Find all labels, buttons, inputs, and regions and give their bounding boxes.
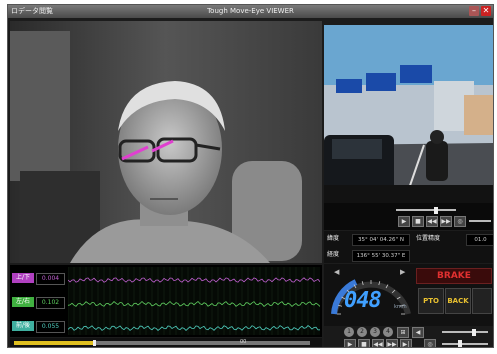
seek-handle[interactable] (92, 340, 96, 346)
longitude-value: 136° 55' 30.37" E (352, 250, 410, 262)
front-play-button[interactable]: ▶ (398, 216, 410, 227)
play-button[interactable]: ▶ (344, 339, 356, 347)
rewind-button[interactable]: ◀◀ (372, 339, 384, 347)
blank-indicator (472, 288, 492, 314)
g-sensor-panel: 上/下 0.004 左/右 0.102 前/後 0.055 (10, 265, 322, 337)
accuracy-value: 01.0 (466, 234, 493, 246)
pto-button[interactable]: PTO (418, 288, 444, 314)
step-forward-button[interactable]: ▶| (400, 339, 412, 347)
front-stop-button[interactable]: ■ (412, 216, 424, 227)
g-sensor-graph (68, 267, 320, 335)
latitude-label: 緯度 (327, 235, 340, 242)
gauge-left-arrow-icon: ◀ (334, 268, 340, 276)
sensor-axis-value: 0.102 (36, 297, 65, 309)
road-image (324, 25, 493, 203)
sensor-axis-label: 前/後 (12, 321, 34, 331)
front-camera-controls: ▶ ■ ◀◀ ▶▶ ◎ (324, 203, 493, 230)
channel-controls: 1 2 3 4 ⊞ ◀ (324, 326, 493, 338)
playback-controls: ▶ ■ ◀◀ ▶▶ ▶| ◎ (324, 338, 493, 347)
window-title: Tough Move-Eye VIEWER (207, 7, 294, 15)
channel-3-button[interactable]: 3 (370, 327, 380, 337)
gps-info-panel: 緯度 35° 04' 04.26" N 位置精度 01.0 経度 136° 55… (324, 231, 493, 263)
longitude-label: 経度 (327, 251, 340, 258)
speed-slider[interactable] (442, 343, 488, 345)
fast-forward-button[interactable]: ▶▶ (386, 339, 398, 347)
latitude-value: 35° 04' 04.26" N (352, 234, 410, 246)
back-button[interactable]: BACK (445, 288, 471, 314)
brightness-knob[interactable] (434, 207, 438, 214)
speaker-icon[interactable]: ◀ (412, 327, 424, 338)
sensor-axis-label: 上/下 (12, 273, 34, 283)
front-forward-button[interactable]: ▶▶ (440, 216, 452, 227)
driver-camera-view (10, 21, 322, 263)
volume-knob[interactable] (472, 329, 476, 336)
volume-slider[interactable] (442, 331, 488, 333)
front-camera-button[interactable]: ◎ (454, 216, 466, 227)
stop-button[interactable]: ■ (358, 339, 370, 347)
channel-4-button[interactable]: 4 (383, 327, 393, 337)
speed-knob[interactable] (458, 340, 462, 347)
channel-1-button[interactable]: 1 (344, 327, 354, 337)
driver-image (10, 21, 322, 263)
title-bar: ロデータ閲覧 Tough Move-Eye VIEWER – ✕ (8, 5, 493, 18)
speed-value: 048 (344, 288, 382, 313)
speedometer-panel: ◀ ▶ 048 km/h BRAKE PTO BACK (324, 264, 493, 326)
channel-2-button[interactable]: 2 (357, 327, 367, 337)
brightness-slider[interactable] (396, 209, 456, 211)
front-rewind-button[interactable]: ◀◀ (426, 216, 438, 227)
front-camera-view (324, 25, 493, 203)
brake-indicator: BRAKE (416, 268, 492, 284)
minimize-icon[interactable]: – (469, 6, 479, 16)
viewer-window: ロデータ閲覧 Tough Move-Eye VIEWER – ✕ ▶ ■ ◀◀ … (7, 4, 494, 348)
seek-progress (14, 341, 94, 345)
accuracy-label: 位置精度 (416, 235, 441, 242)
seek-label: 00 (240, 339, 247, 345)
sensor-axis-value: 0.055 (36, 321, 65, 333)
grid-view-icon[interactable]: ⊞ (397, 327, 409, 338)
sensor-axis-value: 0.004 (36, 273, 65, 285)
close-icon[interactable]: ✕ (481, 6, 491, 16)
gauge-right-arrow-icon: ▶ (400, 268, 406, 276)
sensor-axis-label: 左/右 (12, 297, 34, 307)
camera-icon[interactable]: ◎ (424, 339, 436, 347)
seek-bar-area: 00 (10, 338, 322, 347)
speed-unit: km/h (394, 304, 407, 310)
front-volume-slider[interactable] (469, 220, 491, 222)
